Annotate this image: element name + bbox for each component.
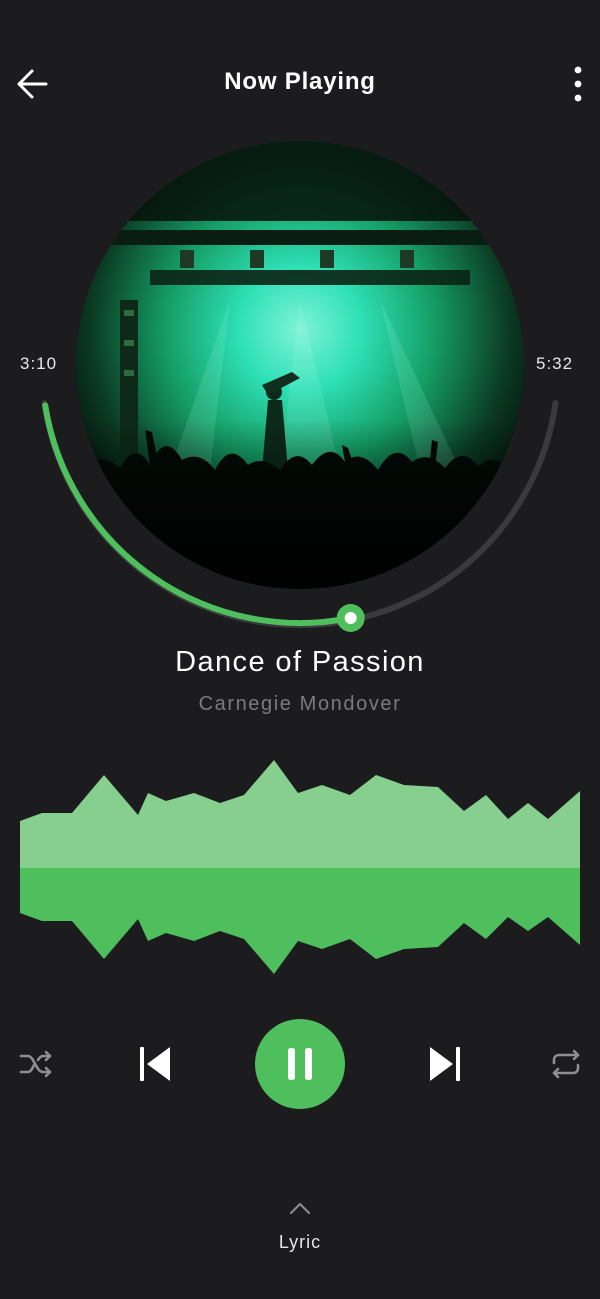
track-artist: Carnegie Mondover [198,693,402,715]
lyric-toggle[interactable]: Lyric [250,1196,350,1260]
repeat-button[interactable] [548,1046,584,1082]
pause-icon [288,1048,312,1080]
album-art [76,141,524,589]
previous-button[interactable] [136,1044,176,1084]
play-pause-button[interactable] [255,1019,345,1109]
track-title: Dance of Passion [175,646,425,678]
circular-progress [41,141,559,632]
progress-thumb[interactable] [336,604,365,632]
total-time: 5:32 [536,354,574,373]
skip-next-icon [430,1047,460,1081]
shuffle-icon [19,1050,52,1078]
elapsed-time: 3:10 [20,354,58,373]
waveform[interactable] [20,755,580,980]
chevron-up-icon [290,1203,310,1214]
lyric-label: Lyric [278,1232,322,1252]
more-options-button[interactable] [562,64,594,104]
artwork-progress [0,130,600,650]
repeat-icon [552,1049,580,1079]
next-button[interactable] [424,1044,464,1084]
shuffle-button[interactable] [18,1046,54,1082]
skip-previous-icon [140,1047,170,1081]
page-title: Now Playing [224,68,376,95]
more-vertical-icon [574,66,582,102]
waveform-graphic [20,760,580,974]
